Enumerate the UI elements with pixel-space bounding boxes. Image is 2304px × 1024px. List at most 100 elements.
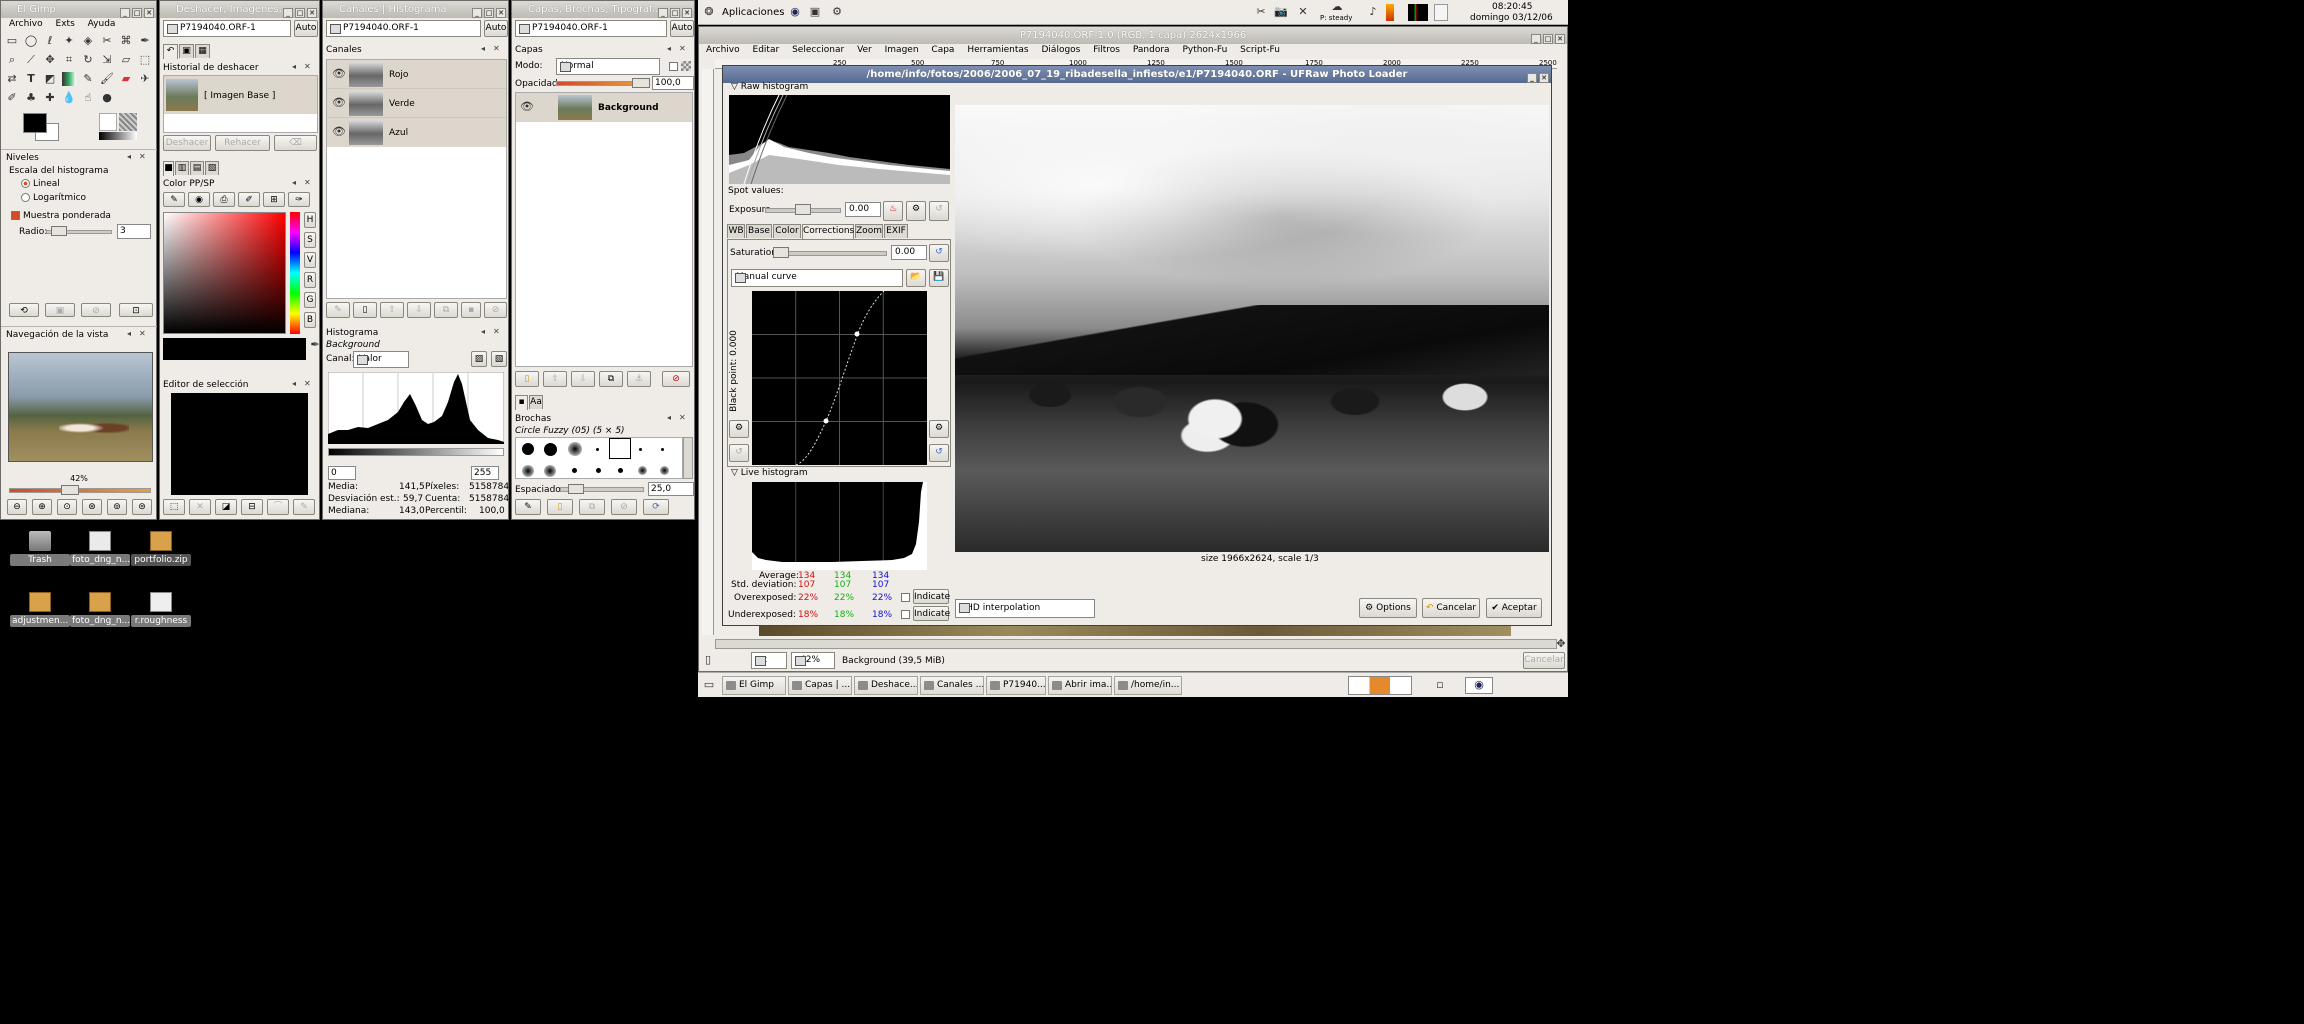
curve-reset-btn[interactable]: ↺ [929, 444, 949, 462]
task-canales[interactable]: Canales ... [920, 676, 984, 695]
tab-wb[interactable]: WB [727, 224, 745, 238]
volume-icon[interactable]: ♪ [1366, 5, 1380, 19]
smudge-icon[interactable]: ☝ [81, 91, 95, 105]
sel-stroke-btn[interactable]: ✎ [293, 499, 315, 515]
measure-icon[interactable]: ⟋ [24, 53, 38, 67]
panel-buttons[interactable] [667, 44, 689, 55]
perspective-icon[interactable]: ⬚ [138, 53, 152, 67]
hist-log-btn[interactable]: ▧ [491, 351, 507, 367]
tab-palette[interactable]: ▥ [175, 161, 189, 175]
image-cancel-btn[interactable]: Cancelar [1523, 652, 1565, 669]
brush-item[interactable] [618, 468, 623, 473]
maximize-icon[interactable]: □ [484, 8, 494, 18]
move-icon[interactable]: ✥ [43, 53, 57, 67]
raw-histogram-expander[interactable]: ▽ Raw histogram [731, 82, 808, 92]
color-square[interactable] [163, 212, 286, 334]
workspace-switcher[interactable] [1348, 676, 1412, 695]
tab-document[interactable]: ▦ [195, 44, 210, 58]
channels-titlebar[interactable]: Canales | Histograma _ □ ✕ [323, 1, 508, 18]
clear-history-btn[interactable]: ⌫ [274, 135, 317, 151]
maximize-icon[interactable]: □ [132, 8, 142, 18]
menu-item[interactable]: Herramientas [967, 45, 1028, 55]
black-point-auto-btn[interactable]: ⚙ [729, 420, 749, 438]
bucket-fill-icon[interactable]: ◩ [43, 72, 57, 86]
minimize-icon[interactable]: _ [472, 8, 482, 18]
channel-row[interactable]: 👁 Rojo [327, 60, 506, 89]
curve-open-btn[interactable]: 📂 [906, 269, 926, 287]
tab-images[interactable]: ▣ [179, 44, 194, 58]
color-mode-wheel[interactable]: ◉ [188, 192, 210, 207]
layer-raise-btn[interactable]: ⇧ [543, 371, 567, 387]
image-titlebar[interactable]: P7194040.ORF-1.0 (RGB, 1 capa) 2624x1966… [699, 27, 1567, 44]
applications-menu[interactable]: Aplicaciones [722, 7, 784, 18]
nav-zoom-handle[interactable] [61, 485, 79, 495]
minimize-icon[interactable]: _ [1531, 34, 1541, 44]
history-item[interactable]: [ Imagen Base ] [164, 76, 317, 114]
pattern-indicator[interactable] [119, 113, 137, 131]
menu-item[interactable]: Archivo [706, 45, 740, 55]
curve-editor[interactable] [752, 291, 927, 465]
spacing-handle[interactable] [568, 484, 584, 494]
layer-row[interactable]: 👁 Background [516, 93, 692, 122]
menu-item[interactable]: Seleccionar [792, 45, 844, 55]
menu-archivo[interactable]: Archivo [9, 19, 43, 29]
tab-brushes[interactable]: ▪ [515, 395, 528, 410]
layer-anchor-btn[interactable]: ⚓ [627, 371, 651, 387]
terminal-icon[interactable]: ▣ [808, 5, 822, 19]
panel-buttons[interactable] [481, 327, 503, 338]
sel-save-btn[interactable]: ⊟ [241, 499, 263, 515]
task-gimp[interactable]: El Gimp [722, 676, 786, 695]
tab-fg[interactable]: ■ [163, 161, 174, 176]
clip-icon[interactable]: ✂ [1254, 5, 1268, 19]
weighted-checkbox[interactable]: Muestra ponderada [11, 211, 111, 221]
channel-edit-btn[interactable]: ✎ [326, 302, 350, 318]
eye-icon[interactable]: 👁 [332, 96, 346, 110]
range-max-input[interactable]: 255 [471, 466, 499, 480]
close-icon[interactable]: ✕ [1555, 34, 1565, 44]
panel-buttons[interactable] [292, 379, 314, 390]
sel-path-btn[interactable]: ⌒ [267, 499, 289, 515]
tool-launcher-icon[interactable]: ⚙ [830, 5, 844, 19]
dodge-burn-icon[interactable]: ● [100, 91, 114, 105]
paths-icon[interactable]: ⌘ [119, 34, 133, 48]
eye-icon[interactable]: 👁 [332, 125, 346, 139]
tab-fonts[interactable]: ▧ [205, 161, 219, 175]
curve-save-btn[interactable]: 💾 [929, 269, 949, 287]
layers-image-select[interactable]: P7194040.ORF-1 [515, 20, 667, 37]
over-indicate-btn[interactable]: Indicate [913, 589, 950, 604]
channel-select[interactable]: Valor [353, 351, 409, 368]
channel-delete-btn[interactable]: ⊘ [484, 302, 507, 318]
undo-image-select[interactable]: P7194040.ORF-1 [163, 20, 291, 37]
task-image[interactable]: P71940... [986, 676, 1046, 695]
exposure-reset-btn[interactable]: ↺ [929, 201, 949, 221]
ufraw-titlebar[interactable]: /home/info/fotos/2006/2006_07_19_ribades… [723, 66, 1551, 83]
layer-dup-btn[interactable]: ⧉ [599, 371, 623, 387]
color-mode-gimp[interactable]: ✎ [163, 192, 185, 207]
clock-time[interactable]: 08:20:45 [1492, 2, 1532, 12]
tray-icon[interactable]: ▫ [1433, 678, 1447, 692]
scissors-icon[interactable]: ✂ [100, 34, 114, 48]
layers-auto-btn[interactable]: Auto [670, 20, 694, 37]
levels-btn-4[interactable]: ⊡ [119, 303, 153, 317]
lasso-icon[interactable]: ℓ [43, 34, 57, 48]
opacity-spin[interactable]: 100,0 [652, 76, 694, 90]
undo-auto-btn[interactable]: Auto [294, 20, 318, 37]
layer-new-btn[interactable]: ▯ [515, 371, 539, 387]
blend-icon[interactable] [62, 72, 76, 86]
desktop-icon-zip[interactable]: portfolio.zip [131, 531, 191, 566]
minimize-icon[interactable]: _ [658, 8, 668, 18]
brush-item[interactable] [572, 468, 577, 473]
color-select-icon[interactable]: ◈ [81, 34, 95, 48]
show-desktop-icon[interactable]: ▭ [702, 678, 716, 692]
eraser-icon[interactable]: ▰ [119, 72, 133, 86]
eye-icon[interactable]: 👁 [332, 67, 346, 81]
gnome-foot-icon[interactable]: ❂ [702, 5, 716, 19]
maximize-icon[interactable]: □ [1543, 34, 1553, 44]
sel-none-btn[interactable]: ✕ [189, 499, 211, 515]
brush-refresh-btn[interactable]: ⟳ [643, 499, 669, 515]
close-icon[interactable]: ✕ [1539, 73, 1549, 83]
zoom-tool-icon[interactable]: ⌕ [5, 53, 19, 67]
zoom-1-btn[interactable]: ⊙ [57, 499, 77, 515]
sel-invert-btn[interactable]: ◪ [215, 499, 237, 515]
desktop-icon-archive[interactable]: foto_dng_n... [70, 592, 130, 627]
